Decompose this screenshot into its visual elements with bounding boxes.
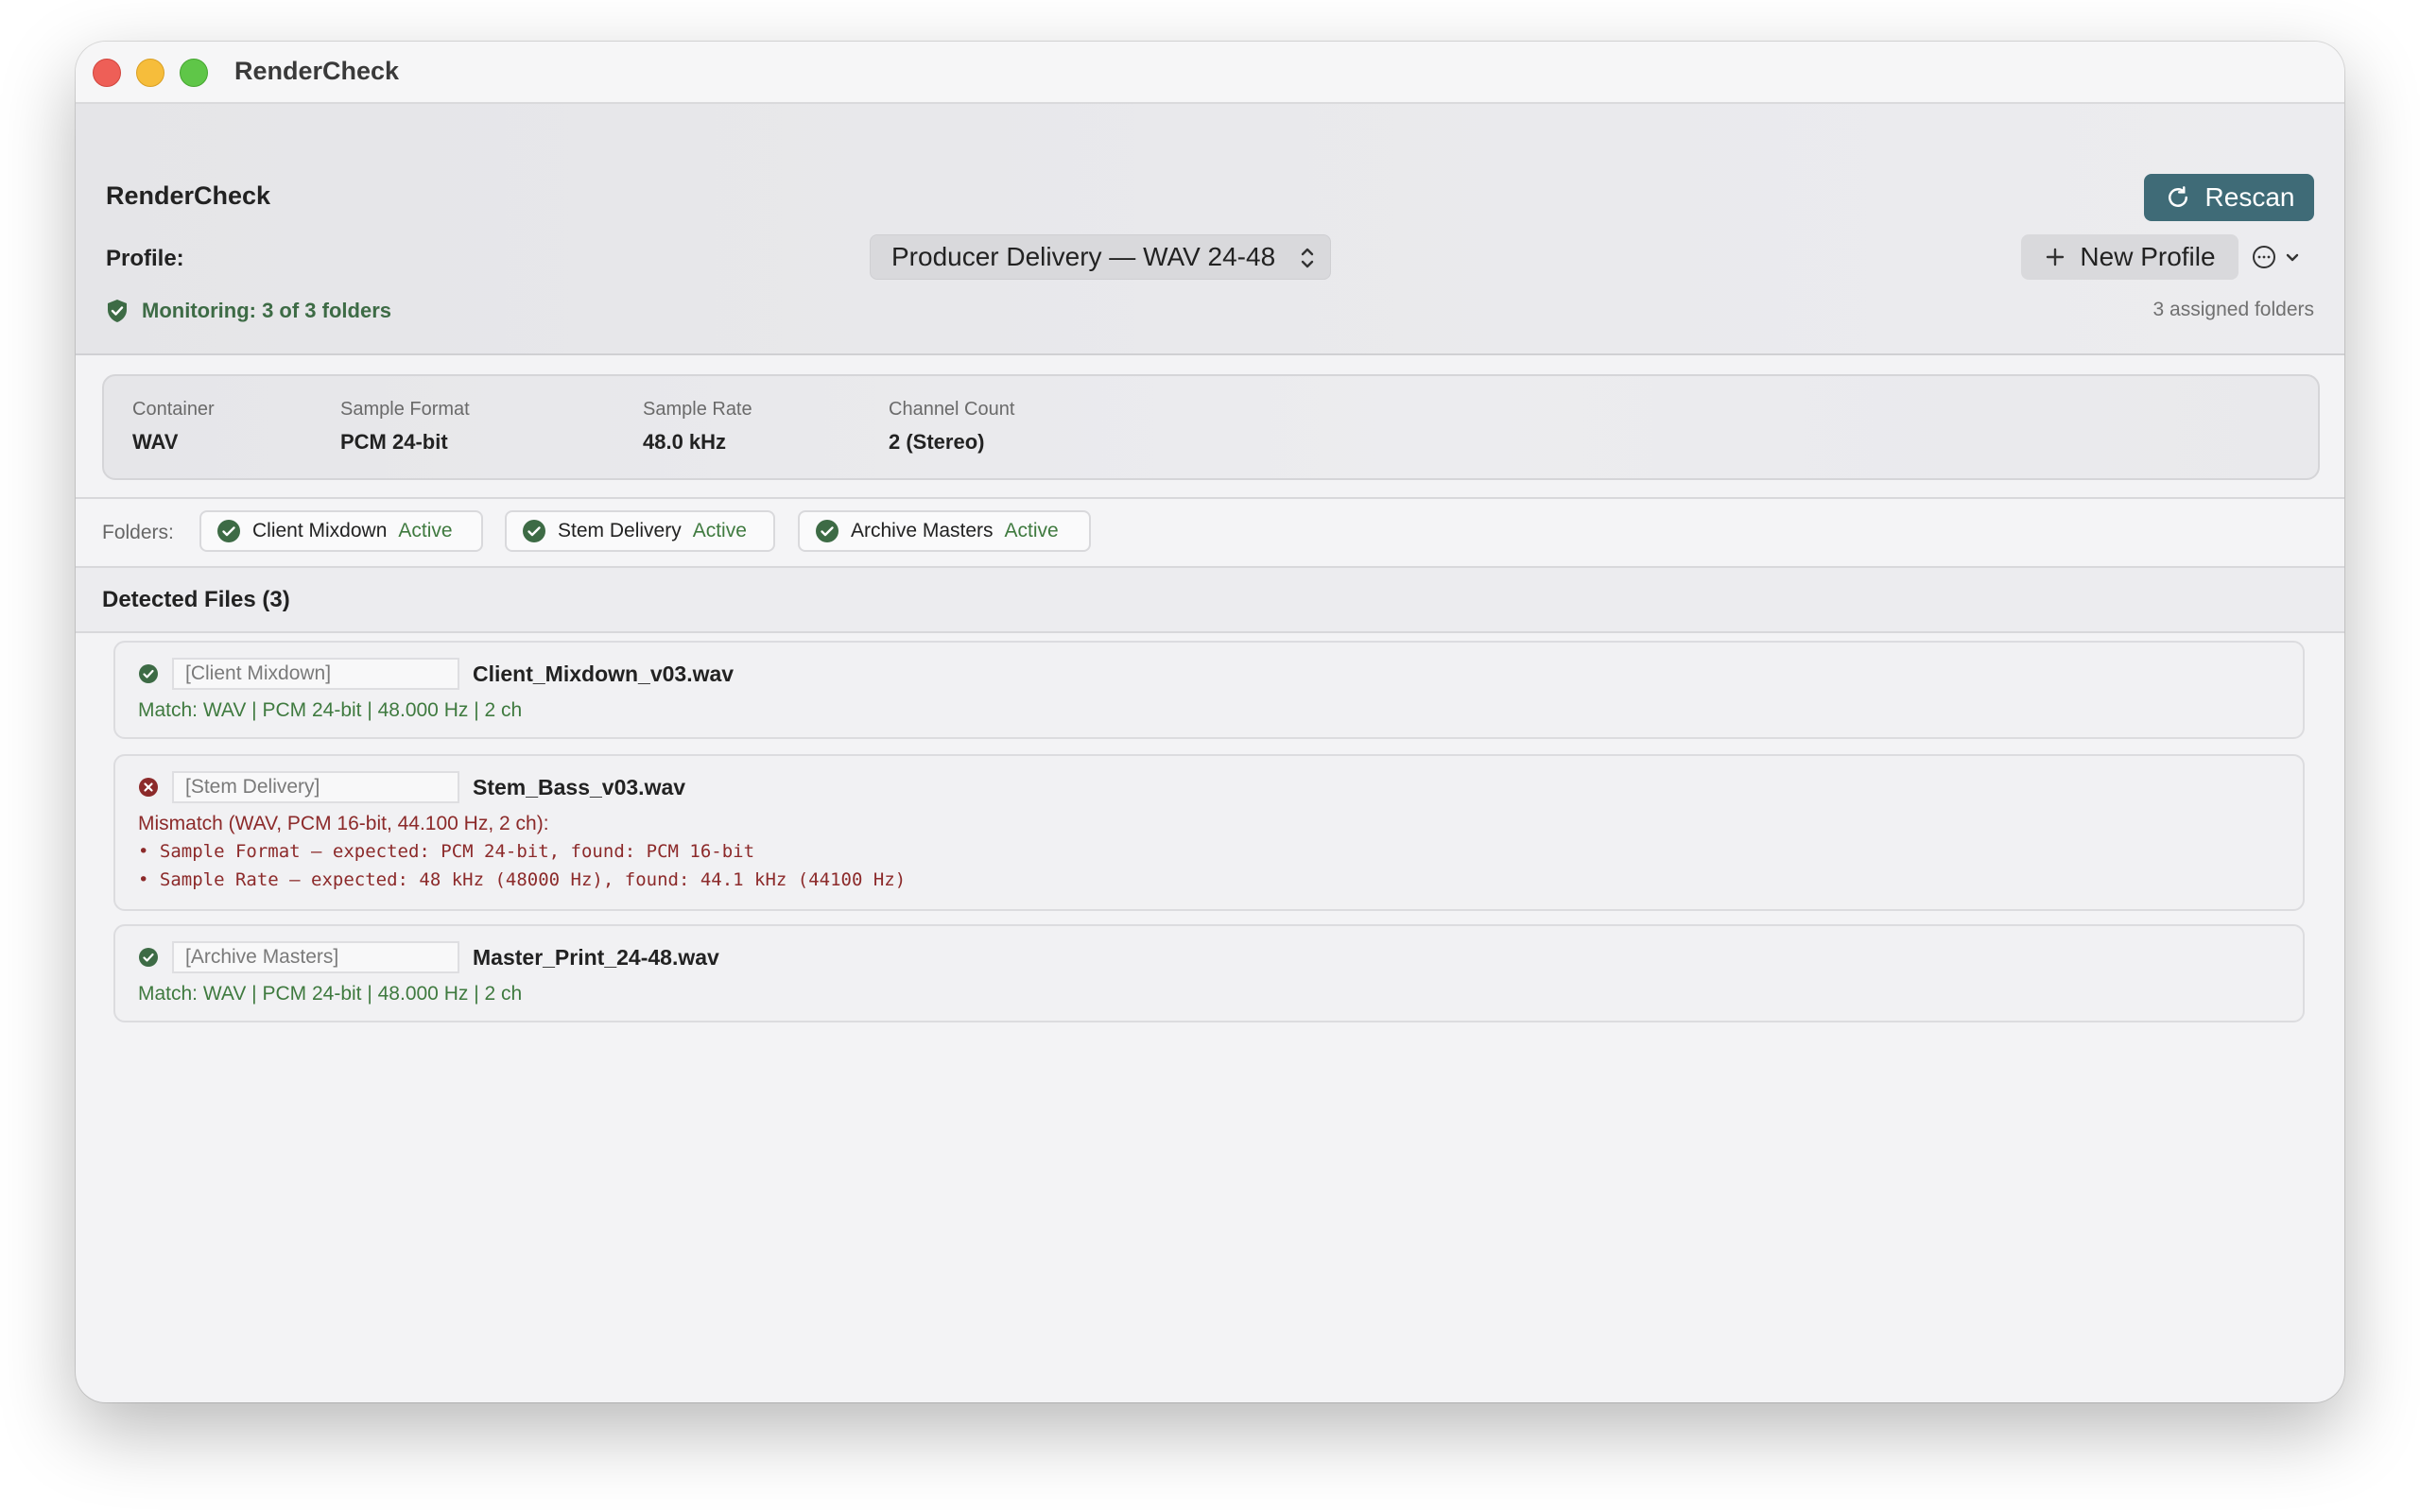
file-card[interactable]: [Client Mixdown] Client_Mixdown_v03.wav … bbox=[113, 641, 2305, 739]
ellipsis-circle-icon bbox=[2253, 246, 2275, 268]
check-circle-icon bbox=[523, 520, 545, 542]
file-match-detail: Match: WAV | PCM 24-bit | 48.000 Hz | 2 … bbox=[138, 699, 523, 721]
file-mismatch-detail: Mismatch (WAV, PCM 16-bit, 44.100 Hz, 2 … bbox=[138, 813, 549, 834]
rescan-button[interactable]: Rescan bbox=[2144, 174, 2314, 221]
spec-value: 48.0 kHz bbox=[643, 430, 727, 454]
folder-chip-status: Active bbox=[398, 520, 453, 541]
profile-select[interactable]: Producer Delivery — WAV 24-48 bbox=[870, 234, 1331, 280]
file-card[interactable]: [Archive Masters] Master_Print_24-48.wav… bbox=[113, 924, 2305, 1022]
monitoring-status: Monitoring: 3 of 3 folders bbox=[106, 299, 391, 323]
spec-value: WAV bbox=[132, 430, 179, 454]
detected-files-header: Detected Files (3) bbox=[76, 568, 2344, 632]
folder-chip-status: Active bbox=[692, 520, 747, 541]
spec-label: Container bbox=[132, 399, 215, 420]
file-match-detail: Match: WAV | PCM 24-bit | 48.000 Hz | 2 … bbox=[138, 983, 523, 1005]
file-row: [Client Mixdown] Client_Mixdown_v03.wav bbox=[138, 658, 734, 690]
check-circle-icon bbox=[816, 520, 838, 542]
check-circle-icon bbox=[217, 520, 240, 542]
refresh-icon bbox=[2168, 186, 2187, 207]
shield-check-icon bbox=[108, 300, 127, 322]
profile-specs-panel: Container WAV Sample Format PCM 24-bit S… bbox=[102, 374, 2320, 480]
spec-channel-count: Channel Count 2 (Stereo) bbox=[889, 399, 1014, 455]
rescan-label: Rescan bbox=[2204, 182, 2295, 212]
folder-chip-stem-delivery[interactable]: Stem Delivery Active bbox=[505, 510, 775, 552]
mismatch-issue: • Sample Format — expected: PCM 24-bit, … bbox=[138, 841, 755, 862]
spec-sample-rate: Sample Rate 48.0 kHz bbox=[643, 399, 752, 455]
file-name: Master_Print_24-48.wav bbox=[473, 944, 719, 970]
assigned-folders-count: 3 assigned folders bbox=[2152, 299, 2314, 320]
spec-label: Channel Count bbox=[889, 399, 1015, 420]
file-name: Client_Mixdown_v03.wav bbox=[473, 661, 735, 686]
spec-sample-format: Sample Format PCM 24-bit bbox=[340, 399, 470, 455]
minimize-window-button[interactable] bbox=[136, 59, 164, 87]
folder-chip-status: Active bbox=[1004, 520, 1059, 541]
maximize-window-button[interactable] bbox=[180, 59, 208, 87]
detected-files-title: Detected Files (3) bbox=[102, 587, 290, 612]
folder-chip-archive-masters[interactable]: Archive Masters Active bbox=[798, 510, 1091, 552]
new-profile-button[interactable]: New Profile bbox=[2021, 234, 2238, 280]
divider bbox=[76, 631, 2344, 633]
more-options-menu[interactable] bbox=[2250, 236, 2312, 278]
file-row: [Stem Delivery] Stem_Bass_v03.wav bbox=[138, 771, 685, 803]
spec-label: Sample Rate bbox=[643, 399, 752, 420]
check-circle-icon bbox=[139, 948, 158, 967]
file-name: Stem_Bass_v03.wav bbox=[473, 774, 686, 799]
folders-bar: Folders: Client Mixdown Active Stem Deli… bbox=[76, 499, 2344, 567]
file-card[interactable]: [Stem Delivery] Stem_Bass_v03.wav Mismat… bbox=[113, 754, 2305, 911]
spec-value: PCM 24-bit bbox=[340, 430, 448, 454]
mismatch-issue: • Sample Rate — expected: 48 kHz (48000 … bbox=[138, 869, 907, 890]
file-folder-tag: [Stem Delivery] bbox=[172, 771, 459, 803]
spec-value: 2 (Stereo) bbox=[889, 430, 985, 454]
new-profile-label: New Profile bbox=[2080, 242, 2216, 271]
profile-selected-value: Producer Delivery — WAV 24-48 bbox=[891, 242, 1276, 271]
folder-chip-client-mixdown[interactable]: Client Mixdown Active bbox=[199, 510, 483, 552]
folders-label: Folders: bbox=[102, 522, 174, 543]
window-title: RenderCheck bbox=[234, 57, 400, 85]
plus-icon bbox=[2047, 248, 2065, 266]
title-bar: RenderCheck bbox=[76, 42, 2344, 104]
profile-label: Profile: bbox=[106, 246, 184, 271]
x-circle-icon bbox=[139, 778, 158, 797]
chevron-down-icon bbox=[2286, 253, 2299, 262]
file-row: [Archive Masters] Master_Print_24-48.wav bbox=[138, 941, 719, 973]
folder-chip-name: Archive Masters bbox=[851, 520, 994, 541]
file-folder-tag: [Archive Masters] bbox=[172, 941, 459, 973]
app-window: RenderCheck RenderCheck Rescan Profile: … bbox=[76, 42, 2344, 1402]
app-name: RenderCheck bbox=[106, 181, 271, 210]
close-window-button[interactable] bbox=[93, 59, 121, 87]
check-circle-icon bbox=[139, 664, 158, 683]
spec-label: Sample Format bbox=[340, 399, 470, 420]
up-down-chevron-icon bbox=[1301, 248, 1314, 268]
folder-chip-name: Client Mixdown bbox=[252, 520, 388, 541]
folder-chip-name: Stem Delivery bbox=[558, 520, 682, 541]
spec-container: Container WAV bbox=[132, 399, 215, 455]
profile-header: RenderCheck Rescan Profile: Producer Del… bbox=[76, 104, 2344, 355]
monitoring-text: Monitoring: 3 of 3 folders bbox=[142, 299, 391, 322]
file-folder-tag: [Client Mixdown] bbox=[172, 658, 459, 690]
